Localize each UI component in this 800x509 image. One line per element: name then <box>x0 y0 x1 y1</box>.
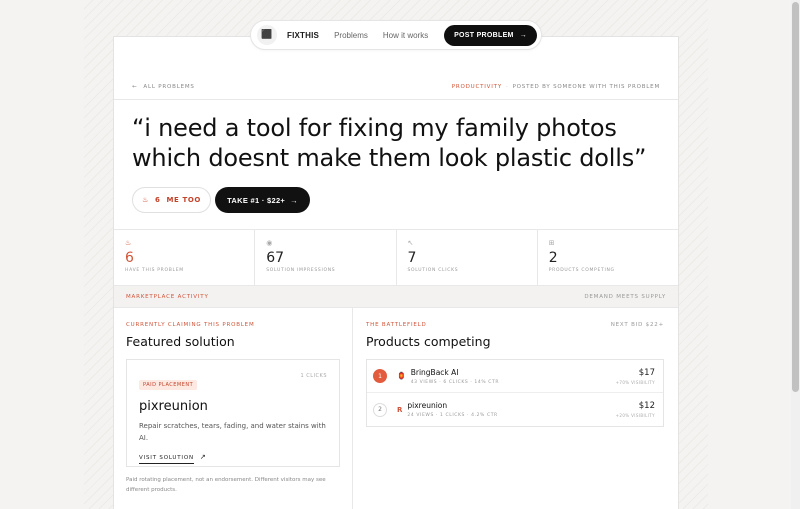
stat-label: SOLUTION CLICKS <box>407 268 459 273</box>
eye-icon: ◉ <box>266 239 273 247</box>
featured-clicks: 1 CLICKS <box>300 373 327 379</box>
stat-label: HAVE THIS PROBLEM <box>125 268 184 273</box>
flame-icon: ♨ <box>125 239 132 247</box>
featured-eyebrow: CURRENTLY CLAIMING THIS PROBLEM <box>126 322 255 328</box>
products-list: 1 🏮 BringBack AI 43 VIEWS · 6 CLICKS · 1… <box>366 359 664 427</box>
list-item[interactable]: 2 R pixreunion 24 VIEWS · 1 CLICKS · 4.2… <box>367 393 663 426</box>
product-stats: 43 VIEWS · 6 CLICKS · 14% CTR <box>410 379 500 385</box>
take-spot-label: TAKE #1 · $22+ <box>227 195 286 205</box>
featured-title: Featured solution <box>126 334 235 349</box>
problem-quote: “i need a tool for fixing my family phot… <box>132 114 647 172</box>
header-divider <box>114 99 678 100</box>
battlefield-title: Products competing <box>366 334 491 349</box>
take-spot-button[interactable]: TAKE #1 · $22+ → <box>215 187 310 213</box>
stat-label: SOLUTION IMPRESSIONS <box>266 268 336 273</box>
stat-label: PRODUCTS COMPETING <box>548 268 615 273</box>
page-scrollbar[interactable] <box>791 0 800 509</box>
paid-placement-badge: PAID PLACEMENT <box>139 380 198 390</box>
activity-subtitle: DEMAND MEETS SUPPLY <box>584 293 666 300</box>
brand-name[interactable]: FIXTHIS <box>287 31 319 40</box>
all-problems-link[interactable]: ALL PROBLEMS <box>143 84 194 90</box>
category-tag[interactable]: PRODUCTIVITY <box>452 84 502 90</box>
product-visibility: +20% VISIBILITY <box>615 413 655 418</box>
external-arrow-icon[interactable]: ↗ <box>200 453 206 461</box>
scrollbar-thumb[interactable] <box>792 2 799 392</box>
posted-by-text: POSTED BY SOMEONE WITH THIS PROBLEM <box>512 84 660 90</box>
product-bid: $17 <box>638 367 655 378</box>
stat-value: 2 <box>548 250 558 266</box>
flame-icon: ♨ <box>142 196 149 204</box>
back-arrow-icon[interactable]: ← <box>132 84 137 90</box>
battlefield-section: THE BATTLEFIELD NEXT BID $22+ Products c… <box>354 308 678 509</box>
featured-solution-card[interactable]: PAID PLACEMENT 1 CLICKS pixreunion Repai… <box>126 359 340 467</box>
battlefield-eyebrow: THE BATTLEFIELD <box>366 322 427 328</box>
featured-product-description: Repair scratches, tears, fading, and wat… <box>139 422 326 442</box>
rank-badge: 2 <box>373 402 387 417</box>
stat-have-problem: ♨ 6 HAVE THIS PROBLEM <box>114 230 256 285</box>
me-too-button[interactable]: ♨ 6 ME TOO <box>132 187 211 213</box>
stat-products-competing: ⊞ 2 PRODUCTS COMPETING <box>538 230 678 285</box>
cursor-icon: ↖ <box>407 239 414 247</box>
post-problem-label: POST PROBLEM <box>454 31 514 39</box>
me-too-label: ME TOO <box>166 196 201 204</box>
product-name: BringBack AI <box>410 367 459 377</box>
visit-solution-link[interactable]: VISIT SOLUTION <box>139 455 194 464</box>
product-name: pixreunion <box>407 401 448 410</box>
stat-value: 67 <box>266 250 285 266</box>
next-bid-label: NEXT BID $22+ <box>610 322 664 328</box>
stat-value: 7 <box>407 250 417 266</box>
fixthis-logo-icon[interactable]: ⬛ <box>257 25 277 45</box>
arrow-right-icon: → <box>290 195 298 205</box>
chart-icon: ⊞ <box>548 239 555 247</box>
arrow-right-icon: → <box>519 31 527 39</box>
bringback-logo-icon: 🏮 <box>397 372 406 380</box>
nav-link-problems[interactable]: Problems <box>334 31 368 40</box>
stat-impressions: ◉ 67 SOLUTION IMPRESSIONS <box>255 230 397 285</box>
product-visibility: +70% VISIBILITY <box>615 379 655 385</box>
breadcrumb: ← ALL PROBLEMS PRODUCTIVITY · POSTED BY … <box>132 81 660 93</box>
problem-card: ← ALL PROBLEMS PRODUCTIVITY · POSTED BY … <box>113 36 679 509</box>
marketplace-activity-bar: MARKETPLACE ACTIVITY DEMAND MEETS SUPPLY <box>114 286 678 308</box>
product-bid: $12 <box>638 401 655 411</box>
post-problem-button[interactable]: POST PROBLEM → <box>444 24 537 46</box>
stat-clicks: ↖ 7 SOLUTION CLICKS <box>397 230 538 285</box>
featured-solution-section: CURRENTLY CLAIMING THIS PROBLEM Featured… <box>114 308 353 509</box>
list-item[interactable]: 1 🏮 BringBack AI 43 VIEWS · 6 CLICKS · 1… <box>367 360 663 393</box>
pixreunion-logo-icon: R <box>397 405 403 414</box>
nav-link-how-it-works[interactable]: How it works <box>383 31 428 40</box>
top-nav: ⬛ FIXTHIS Problems How it works POST PRO… <box>250 20 542 50</box>
product-stats: 24 VIEWS · 1 CLICKS · 4.2% CTR <box>407 413 498 418</box>
stat-value: 6 <box>125 250 134 266</box>
rank-badge: 1 <box>373 369 387 383</box>
featured-product-name: pixreunion <box>139 399 208 414</box>
placement-disclaimer: Paid rotating placement, not an endorsem… <box>126 477 326 493</box>
stats-row: ♨ 6 HAVE THIS PROBLEM ◉ 67 SOLUTION IMPR… <box>114 229 678 286</box>
breadcrumb-separator: · <box>506 84 509 90</box>
me-too-count: 6 <box>154 196 161 204</box>
activity-title: MARKETPLACE ACTIVITY <box>126 293 209 300</box>
